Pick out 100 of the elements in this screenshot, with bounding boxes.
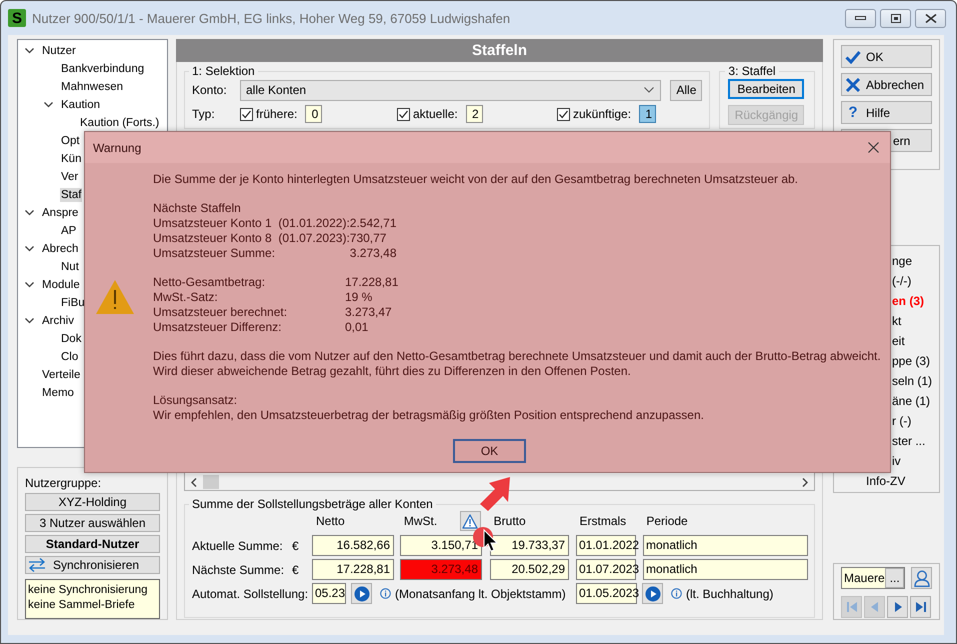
date-field[interactable]: 01.05.2023: [576, 583, 637, 604]
warning-button[interactable]: [460, 511, 481, 531]
list-item[interactable]: eit: [892, 334, 905, 348]
hint-text: (Monatsanfang lt. Objektstamm): [395, 586, 566, 600]
action-button[interactable]: OK: [841, 45, 932, 68]
warning-icon: [462, 514, 478, 528]
list-item[interactable]: ster ...: [892, 434, 926, 448]
chevron-down-icon[interactable]: [25, 246, 34, 252]
checkbox-label: zukünftige:: [573, 107, 632, 121]
chevron-down-icon[interactable]: [44, 102, 53, 108]
sync-arrows-icon: [27, 557, 47, 573]
horizontal-scrollbar[interactable]: [185, 474, 814, 490]
chevron-down-icon[interactable]: [25, 210, 34, 216]
tree-item[interactable]: Staf: [60, 188, 82, 202]
action-button[interactable]: ? Hilfe: [841, 101, 932, 124]
minimize-button[interactable]: [845, 8, 876, 28]
tree-item[interactable]: Verteile: [41, 368, 82, 382]
tree-item[interactable]: Kaution (Forts.): [79, 116, 160, 130]
tree-item[interactable]: Dok: [60, 332, 82, 346]
row-label: Nächste Summe:: [192, 562, 286, 576]
checkbox[interactable]: [397, 108, 410, 120]
value-field: 3.273,48: [400, 559, 482, 580]
play-icon: [644, 586, 660, 602]
message-text: Wird dieser abweichende Betrag gezahlt, führt dies zu Differenzen in den Offenen Posten.: [153, 364, 631, 379]
list-item[interactable]: Info-ZV: [866, 474, 906, 488]
month-field[interactable]: 05.23: [312, 583, 346, 604]
tree-item[interactable]: Memo: [41, 386, 75, 400]
column-header: Brutto: [494, 514, 526, 528]
value-field: 3.150,71: [400, 535, 482, 556]
list-item[interactable]: nge: [892, 254, 912, 268]
checkbox[interactable]: [557, 108, 570, 120]
tree-item[interactable]: Opt: [60, 134, 81, 148]
scroll-left-icon[interactable]: [191, 478, 197, 486]
name-field[interactable]: Mauere ...: [841, 567, 906, 589]
list-item[interactable]: äne (1): [892, 394, 930, 408]
list-item[interactable]: ppe (3): [892, 354, 930, 368]
chevron-down-icon[interactable]: [25, 282, 34, 288]
message-heading: Nächste Staffeln: [153, 201, 241, 216]
tree-item[interactable]: Clo: [60, 350, 80, 364]
message-text: Die Summe der je Konto hinterlegten Umsatzsteuer weicht von der auf den Gesamtbetrag berechneten Umsatzsteuer ab.: [153, 172, 798, 187]
count-field[interactable]: 0: [305, 105, 322, 123]
tree-item[interactable]: Kün: [60, 152, 82, 166]
message-value: 3.273,47: [345, 305, 393, 320]
list-item[interactable]: seln (1): [892, 374, 932, 388]
tree-item[interactable]: Kaution: [60, 98, 102, 112]
chevron-down-icon[interactable]: [25, 318, 34, 324]
staffel-button[interactable]: Bearbeiten: [728, 79, 804, 99]
scroll-thumb[interactable]: [203, 475, 219, 489]
value-field: 01.07.2023: [576, 559, 636, 580]
checkbox[interactable]: [240, 108, 253, 120]
scroll-right-icon[interactable]: [802, 478, 808, 486]
browse-button[interactable]: ...: [885, 568, 904, 588]
tree-item[interactable]: Ver: [60, 170, 80, 184]
value-field: 19.733,37: [490, 535, 569, 556]
tree-item[interactable]: AP: [60, 224, 78, 238]
message-label: Netto-Gesamtbetrag:: [153, 275, 266, 290]
panel-header: Staffeln: [176, 39, 823, 62]
nav-button[interactable]: [910, 596, 931, 618]
group-button[interactable]: Synchronisieren: [25, 556, 160, 574]
tree-item[interactable]: Nutzer: [41, 44, 77, 58]
info-icon: [671, 588, 682, 599]
message-value: 17.228,81: [345, 275, 398, 290]
value-field: monatlich: [643, 559, 808, 580]
group-button[interactable]: XYZ-Holding: [25, 493, 160, 511]
tree-item[interactable]: Bankverbindung: [60, 62, 146, 76]
list-item[interactable]: en (3): [892, 294, 924, 308]
list-item[interactable]: r (-): [892, 414, 912, 428]
chevron-down-icon: [644, 87, 654, 93]
tree-item[interactable]: Archiv: [41, 314, 75, 328]
ok-button[interactable]: OK: [453, 439, 526, 463]
tree-item[interactable]: Abrech: [41, 242, 80, 256]
chevron-down-icon[interactable]: [25, 48, 34, 54]
tree-item[interactable]: FiBu: [60, 296, 86, 310]
count-field[interactable]: 2: [466, 105, 483, 123]
tree-item[interactable]: Nut: [60, 260, 80, 274]
list-item[interactable]: (-/-): [892, 274, 912, 288]
maximize-button[interactable]: [880, 8, 911, 28]
tree-item[interactable]: Mahnwesen: [60, 80, 124, 94]
warning-icon: [95, 279, 135, 315]
list-item[interactable]: kt: [892, 314, 902, 328]
group-button[interactable]: 3 Nutzer auswählen: [25, 514, 160, 532]
all-button[interactable]: Alle: [670, 80, 702, 100]
close-button[interactable]: [915, 8, 946, 28]
triangle-icon: [868, 601, 880, 613]
note-line: keine Synchronisierung: [28, 583, 149, 598]
list-item[interactable]: iv: [892, 454, 901, 468]
checkbox-label: frühere:: [256, 107, 298, 121]
column-header: MwSt.: [404, 514, 438, 528]
row-label: Automat. Sollstellung:: [192, 586, 310, 600]
play-button[interactable]: [642, 583, 663, 604]
group-button[interactable]: Standard-Nutzer: [25, 535, 160, 553]
nav-button[interactable]: [887, 596, 908, 618]
play-button[interactable]: [351, 583, 372, 604]
user-button[interactable]: [911, 567, 932, 589]
action-button[interactable]: Abbrechen: [841, 73, 932, 96]
tree-item[interactable]: Anspre: [41, 206, 80, 220]
tree-item[interactable]: Module: [41, 278, 81, 292]
count-field[interactable]: 1: [639, 105, 656, 123]
row-label: Aktuelle Summe:: [192, 538, 284, 552]
account-dropdown[interactable]: alle Konten: [240, 80, 662, 100]
